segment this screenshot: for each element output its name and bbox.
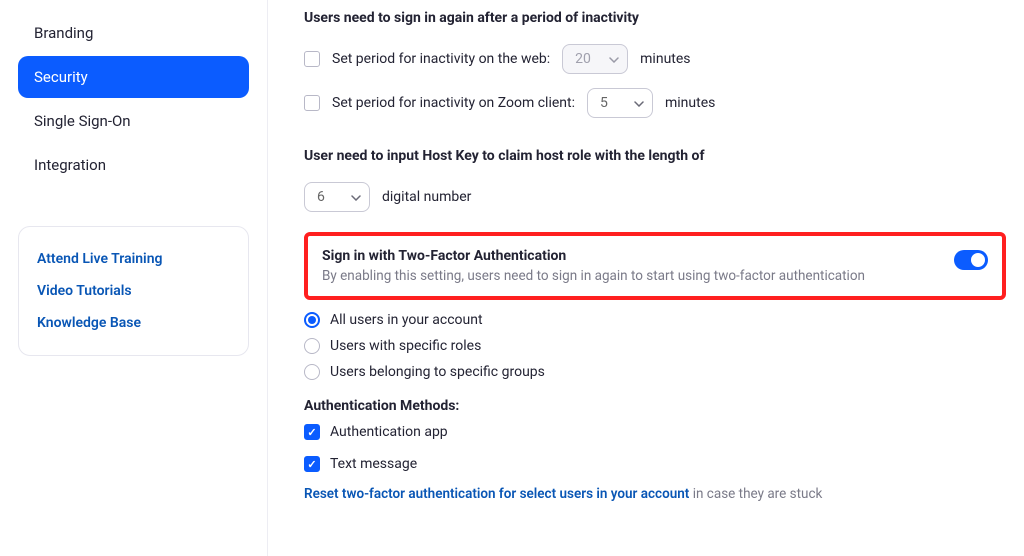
- twofa-option-label: Users belonging to specific groups: [330, 364, 545, 380]
- host-key-length-select[interactable]: 6: [304, 182, 370, 212]
- inactivity-web-label: Set period for inactivity on the web:: [332, 51, 550, 67]
- twofa-highlight: Sign in with Two-Factor Authentication B…: [304, 232, 1006, 300]
- host-key-unit: digital number: [382, 189, 471, 205]
- twofa-description: By enabling this setting, users need to …: [322, 268, 865, 284]
- host-key-block: User need to input Host Key to claim hos…: [304, 148, 1006, 212]
- chevron-down-icon: [609, 51, 619, 67]
- help-link-tutorials[interactable]: Video Tutorials: [37, 275, 230, 307]
- twofa-option-label: Users with specific roles: [330, 338, 481, 354]
- radio-all-users[interactable]: [304, 312, 320, 328]
- help-link-kb[interactable]: Knowledge Base: [37, 307, 230, 339]
- auth-methods-title: Authentication Methods:: [304, 398, 1006, 414]
- auth-method-label: Text message: [330, 456, 417, 472]
- radio-specific-groups[interactable]: [304, 364, 320, 380]
- inactivity-web-value: 20: [575, 51, 591, 67]
- inactivity-zoom-select[interactable]: 5: [587, 88, 653, 118]
- inactivity-web-unit: minutes: [640, 51, 690, 67]
- inactivity-zoom-label: Set period for inactivity on Zoom client…: [332, 95, 575, 111]
- inactivity-zoom-row: Set period for inactivity on Zoom client…: [304, 88, 1006, 118]
- inactivity-web-row: Set period for inactivity on the web: 20…: [304, 44, 1006, 74]
- inactivity-web-checkbox[interactable]: [304, 51, 320, 67]
- chevron-down-icon: [351, 189, 361, 205]
- inactivity-zoom-checkbox[interactable]: [304, 95, 320, 111]
- sidebar-item-security[interactable]: Security: [18, 56, 249, 98]
- twofa-option-specific-groups[interactable]: Users belonging to specific groups: [304, 364, 1006, 380]
- twofa-option-specific-roles[interactable]: Users with specific roles: [304, 338, 1006, 354]
- twofa-toggle[interactable]: [954, 250, 988, 270]
- twofa-reset-footnote: Reset two-factor authentication for sele…: [304, 486, 1006, 502]
- main-panel: Users need to sign in again after a peri…: [268, 0, 1024, 556]
- host-key-length-value: 6: [317, 189, 325, 205]
- sidebar-item-integration[interactable]: Integration: [18, 144, 249, 186]
- sidebar-item-branding[interactable]: Branding: [18, 12, 249, 54]
- twofa-text-block: Sign in with Two-Factor Authentication B…: [322, 248, 865, 284]
- twofa-option-label: All users in your account: [330, 312, 483, 328]
- twofa-reset-suffix: in case they are stuck: [693, 486, 823, 502]
- radio-specific-roles[interactable]: [304, 338, 320, 354]
- inactivity-web-select[interactable]: 20: [562, 44, 628, 74]
- sidebar-nav: Branding Security Single Sign-On Integra…: [18, 12, 249, 186]
- checkbox-text-message[interactable]: [304, 456, 320, 472]
- help-link-training[interactable]: Attend Live Training: [37, 243, 230, 275]
- inactivity-zoom-unit: minutes: [665, 95, 715, 111]
- help-card: Attend Live Training Video Tutorials Kno…: [18, 226, 249, 356]
- auth-method-text-message[interactable]: Text message: [304, 456, 1006, 472]
- inactivity-zoom-value: 5: [600, 95, 608, 111]
- auth-method-label: Authentication app: [330, 424, 448, 440]
- sidebar: Branding Security Single Sign-On Integra…: [0, 0, 268, 556]
- auth-method-authentication-app[interactable]: Authentication app: [304, 424, 1006, 440]
- inactivity-heading: Users need to sign in again after a peri…: [304, 10, 1006, 26]
- twofa-reset-link[interactable]: Reset two-factor authentication for sele…: [304, 486, 689, 502]
- chevron-down-icon: [634, 95, 644, 111]
- sidebar-item-single-sign-on[interactable]: Single Sign-On: [18, 100, 249, 142]
- checkbox-auth-app[interactable]: [304, 424, 320, 440]
- host-key-heading: User need to input Host Key to claim hos…: [304, 148, 1006, 164]
- twofa-option-all-users[interactable]: All users in your account: [304, 312, 1006, 328]
- twofa-title: Sign in with Two-Factor Authentication: [322, 248, 865, 264]
